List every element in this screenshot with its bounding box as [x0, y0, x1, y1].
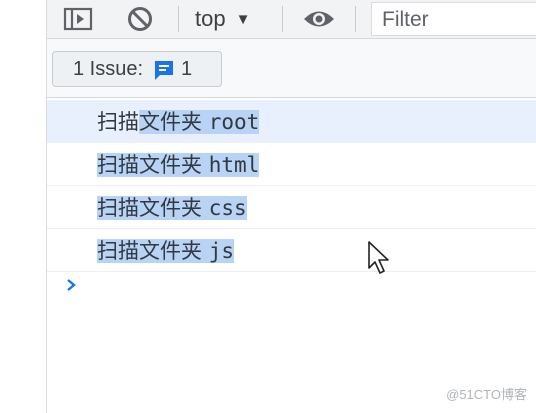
eye-icon	[304, 11, 334, 27]
console-message: 扫描文件夹 html	[47, 143, 536, 186]
filter-input[interactable]: Filter	[371, 2, 536, 36]
selected-text: 文件夹 root	[139, 110, 260, 134]
context-selector[interactable]: top ▼	[195, 4, 250, 34]
mouse-pointer-icon	[367, 240, 393, 276]
issues-count: 1	[181, 57, 193, 80]
console-message: 扫描文件夹 css	[47, 186, 536, 229]
issues-bar: 1 Issue: 1	[47, 39, 536, 98]
message-icon	[153, 59, 175, 80]
selected-text: 扫描文件夹 html	[97, 153, 260, 177]
sidebar-toggle-icon	[63, 7, 93, 31]
message-text[interactable]: 扫描文件夹 html	[97, 151, 260, 179]
left-panel-edge	[0, 0, 46, 413]
live-expression-button[interactable]	[299, 4, 339, 34]
selected-text: 扫描文件夹 css	[97, 196, 247, 220]
watermark: @51CTO博客	[446, 387, 527, 402]
issues-button[interactable]: 1 Issue: 1	[52, 51, 222, 87]
toolbar-divider	[355, 6, 356, 32]
message-text[interactable]: 扫描文件夹 root	[97, 108, 260, 136]
chevron-right-icon	[67, 279, 76, 291]
console-toolbar: top ▼ Filter	[47, 0, 536, 39]
context-label: top	[195, 6, 226, 31]
caret-down-icon: ▼	[235, 10, 251, 28]
console-message: 扫描文件夹 js	[47, 229, 536, 272]
issues-label: 1 Issue:	[73, 57, 144, 80]
clear-console-button[interactable]	[123, 4, 157, 34]
clear-icon	[128, 7, 152, 31]
message-text[interactable]: 扫描文件夹 js	[97, 237, 234, 265]
console-message: 扫描文件夹 root	[47, 100, 536, 143]
message-text[interactable]: 扫描文件夹 css	[97, 194, 247, 222]
toggle-sidebar-button[interactable]	[61, 4, 95, 34]
console-prompt[interactable]	[65, 276, 81, 296]
toolbar-divider	[282, 6, 283, 32]
selected-text: 扫描文件夹 js	[97, 239, 234, 263]
console-panel: top ▼ Filter 1 Issue: 1 扫描文件夹 root 扫描文件夹…	[46, 0, 536, 413]
toolbar-divider	[178, 6, 179, 32]
